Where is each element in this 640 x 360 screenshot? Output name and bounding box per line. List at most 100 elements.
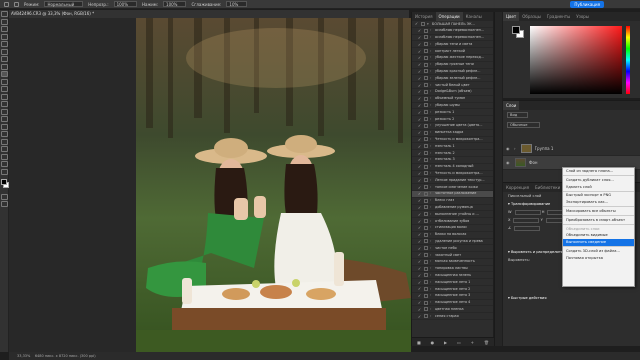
more-tools-icon[interactable] — [1, 168, 8, 175]
tab-patterns[interactable]: Узоры — [573, 12, 592, 21]
angle-field[interactable] — [514, 225, 541, 231]
chevron-right-icon[interactable]: › — [514, 146, 516, 151]
dialog-toggle-icon[interactable] — [424, 239, 428, 244]
action-item[interactable]: ✓ › чистое небо — [412, 245, 493, 253]
checkmark-icon[interactable]: ✓ — [417, 157, 422, 162]
visibility-eye-icon[interactable]: ◉ — [506, 160, 512, 165]
chevron-right-icon[interactable]: › — [430, 245, 434, 251]
checkmark-icon[interactable]: ✓ — [417, 286, 422, 291]
chevron-right-icon[interactable]: › — [430, 306, 434, 312]
action-item[interactable]: ✓ › сепия старая — [412, 313, 493, 321]
chevron-right-icon[interactable]: › — [430, 96, 434, 102]
zoom-tool-icon[interactable] — [1, 161, 8, 167]
action-item[interactable]: ✓ › резкость 2 — [412, 116, 493, 123]
chevron-right-icon[interactable]: › — [430, 239, 434, 245]
action-item[interactable]: ✓ › убираю зеленый рефле... — [412, 75, 493, 83]
checkmark-icon[interactable]: ✓ — [417, 178, 422, 183]
chevron-right-icon[interactable]: › — [430, 48, 434, 54]
context-menu-item[interactable]: Объединить видимые — [563, 232, 634, 239]
checkmark-icon[interactable]: ✓ — [417, 266, 422, 271]
dialog-toggle-icon[interactable] — [424, 151, 428, 156]
brush-preset-icon[interactable] — [14, 1, 19, 7]
checkmark-icon[interactable]: ✓ — [417, 259, 422, 264]
action-item[interactable]: ✓ › контраст легкий — [412, 48, 493, 55]
chevron-right-icon[interactable]: › — [430, 137, 434, 143]
chevron-right-icon[interactable]: › — [430, 35, 434, 41]
width-field[interactable] — [514, 209, 541, 215]
layer-row-group[interactable]: ◉ › Группа 1 — [503, 142, 640, 156]
chevron-right-icon[interactable]: › — [430, 259, 434, 265]
checkmark-icon[interactable]: ✓ — [417, 219, 422, 224]
chevron-right-icon[interactable]: › — [430, 82, 434, 88]
checkmark-icon[interactable]: ✓ — [417, 69, 422, 74]
chevron-right-icon[interactable]: › — [430, 191, 434, 197]
checkmark-icon[interactable]: ✓ — [414, 21, 419, 26]
chevron-right-icon[interactable]: › — [430, 272, 434, 278]
chevron-right-icon[interactable]: › — [430, 89, 434, 95]
checkmark-icon[interactable]: ✓ — [417, 314, 422, 319]
move-tool-icon[interactable] — [1, 11, 8, 17]
action-item[interactable]: ✓ › мягкая засвеченность — [412, 259, 493, 266]
action-item[interactable]: ✓ › ослабляю перевосполнен... — [412, 28, 493, 35]
chevron-right-icon[interactable]: › — [430, 130, 434, 136]
checkmark-icon[interactable]: ✓ — [417, 205, 422, 210]
healing-brush-tool-icon[interactable] — [1, 63, 8, 70]
lasso-tool-icon[interactable] — [1, 26, 8, 32]
gradient-tool-icon[interactable] — [1, 101, 8, 107]
dialog-toggle-icon[interactable] — [424, 252, 428, 257]
quick-mask-icon[interactable] — [1, 193, 8, 200]
brush-tool-icon[interactable] — [4, 1, 9, 7]
context-menu-item[interactable]: Создать дубликат слоя... — [563, 177, 634, 184]
chevron-right-icon[interactable]: › — [430, 252, 434, 258]
dialog-toggle-icon[interactable] — [421, 21, 425, 26]
dialog-toggle-icon[interactable] — [424, 69, 428, 74]
chevron-right-icon[interactable]: › — [430, 157, 434, 163]
pen-tool-icon[interactable] — [1, 123, 8, 130]
color-swatches[interactable] — [0, 178, 9, 193]
chevron-right-icon[interactable]: › — [430, 103, 434, 109]
checkmark-icon[interactable]: ✓ — [417, 246, 422, 251]
checkmark-icon[interactable]: ✓ — [417, 96, 422, 101]
eyedropper-tool-icon[interactable] — [1, 56, 8, 62]
action-item[interactable]: ✓ › Четкость и микроконтра... — [412, 171, 493, 178]
checkmark-icon[interactable]: ✓ — [417, 239, 422, 244]
document-tab[interactable]: AVB42496.CR3 @ 33,3% (Фон, RGB/16) * — [9, 10, 409, 18]
action-item[interactable]: ✓ › частотное разложение — [412, 190, 493, 198]
dialog-toggle-icon[interactable] — [424, 117, 428, 122]
chevron-right-icon[interactable]: › — [430, 300, 434, 306]
color-picker-field[interactable] — [530, 26, 622, 94]
dialog-toggle-icon[interactable] — [424, 198, 428, 203]
blend-mode-select[interactable]: Обычные — [507, 122, 541, 128]
dialog-toggle-icon[interactable] — [424, 266, 428, 271]
checkmark-icon[interactable]: ✓ — [417, 130, 422, 135]
dialog-toggle-icon[interactable] — [424, 157, 428, 162]
dialog-toggle-icon[interactable] — [424, 35, 428, 40]
action-item[interactable]: ✓ › тонировка листвы — [412, 266, 493, 273]
opacity-field[interactable]: 100% — [113, 1, 137, 7]
action-item[interactable]: ✓ › убираю красный рефле... — [412, 69, 493, 76]
mode-select[interactable]: Нормальный — [44, 1, 84, 7]
dialog-toggle-icon[interactable] — [424, 28, 428, 33]
dialog-toggle-icon[interactable] — [424, 246, 428, 251]
chevron-right-icon[interactable]: › — [430, 313, 434, 319]
chevron-right-icon[interactable]: › — [430, 28, 434, 34]
action-item[interactable]: ✓ › нэнсталь 4 холодный — [412, 164, 493, 171]
action-item[interactable]: ✓ › тонкое смягчение кожи — [412, 184, 493, 191]
dialog-toggle-icon[interactable] — [424, 62, 428, 67]
dialog-toggle-icon[interactable] — [424, 232, 428, 237]
foreground-swatch[interactable] — [1, 178, 7, 185]
checkmark-icon[interactable]: ✓ — [417, 185, 422, 190]
hand-tool-icon[interactable] — [1, 153, 8, 160]
chevron-right-icon[interactable]: › — [430, 279, 434, 285]
record-icon[interactable]: ● — [431, 340, 435, 345]
dialog-toggle-icon[interactable] — [424, 130, 428, 135]
stop-icon[interactable]: ■ — [417, 340, 421, 345]
brush-tool-icon[interactable] — [1, 71, 8, 77]
action-item[interactable]: ✓ › Четкость и микроконтра... — [412, 137, 493, 144]
checkmark-icon[interactable]: ✓ — [417, 28, 422, 33]
play-icon[interactable]: ▶ — [444, 340, 447, 345]
dialog-toggle-icon[interactable] — [424, 96, 428, 101]
action-item[interactable]: ✓ ▾ БОЛЬШАЯ ПАНЕЛЬ ЭК... — [412, 21, 493, 28]
checkmark-icon[interactable]: ✓ — [417, 280, 422, 285]
chevron-right-icon[interactable]: › — [430, 218, 434, 224]
